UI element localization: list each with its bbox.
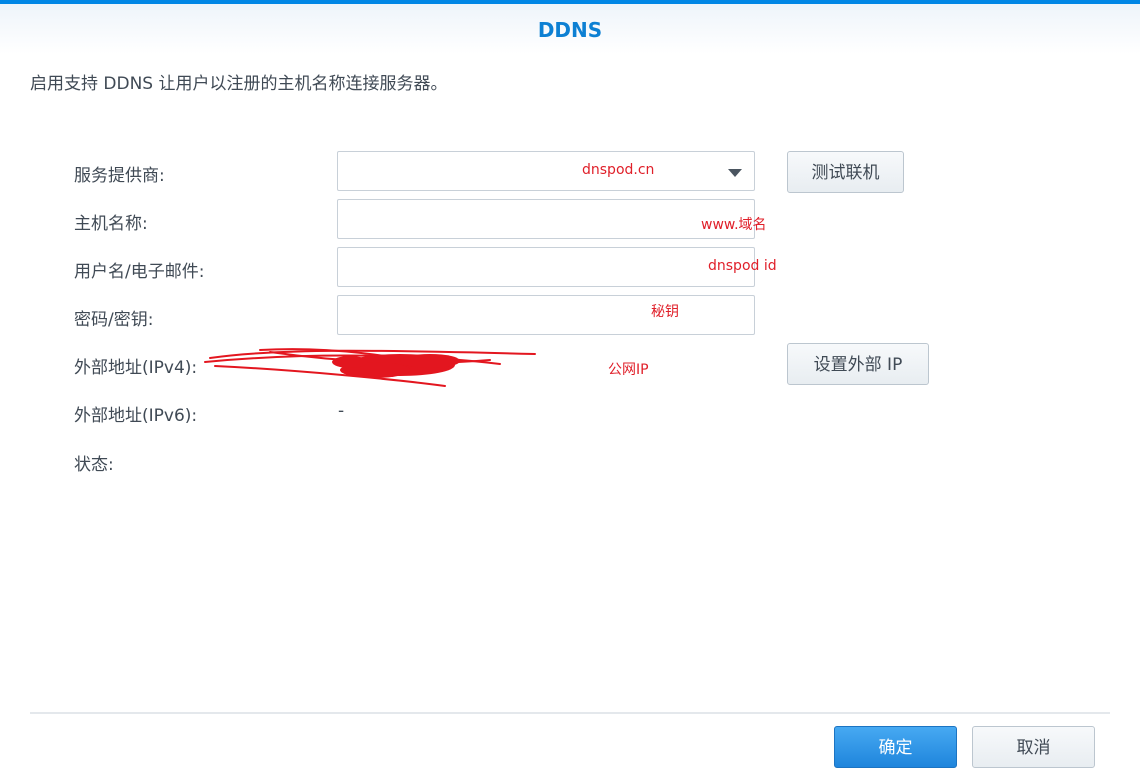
cancel-button[interactable]: 取消 [972,726,1095,768]
ipv6-label: 外部地址(IPv6): [74,406,198,426]
ipv4-label: 外部地址(IPv4): [74,358,198,378]
set-external-ip-button[interactable]: 设置外部 IP [787,343,929,385]
dialog-title: DDNS [537,18,603,42]
ok-button[interactable]: 确定 [834,726,957,768]
provider-label: 服务提供商: [74,166,165,186]
ipv6-value: - [338,401,345,421]
test-connection-button[interactable]: 测试联机 [787,151,904,193]
status-label: 状态: [74,455,114,475]
hostname-label: 主机名称: [74,214,148,234]
dialog-description: 启用支持 DDNS 让用户以注册的主机名称连接服务器。 [30,74,448,94]
annotation-ipv4: 公网IP [608,362,649,378]
annotation-provider: dnspod.cn [582,162,655,178]
chevron-down-icon[interactable] [728,169,742,177]
annotation-hostname: www.域名 [701,217,767,233]
username-label: 用户名/电子邮件: [74,262,205,282]
redaction-scribble [204,348,536,387]
dialog-header: DDNS [0,4,1140,54]
password-label: 密码/密钥: [74,310,154,330]
footer-divider [30,712,1110,714]
annotation-username: dnspod id [708,258,777,274]
annotation-password: 秘钥 [651,304,679,320]
hostname-input[interactable] [337,199,755,239]
provider-select[interactable] [337,151,755,191]
password-input[interactable] [337,295,755,335]
username-input[interactable] [337,247,755,287]
